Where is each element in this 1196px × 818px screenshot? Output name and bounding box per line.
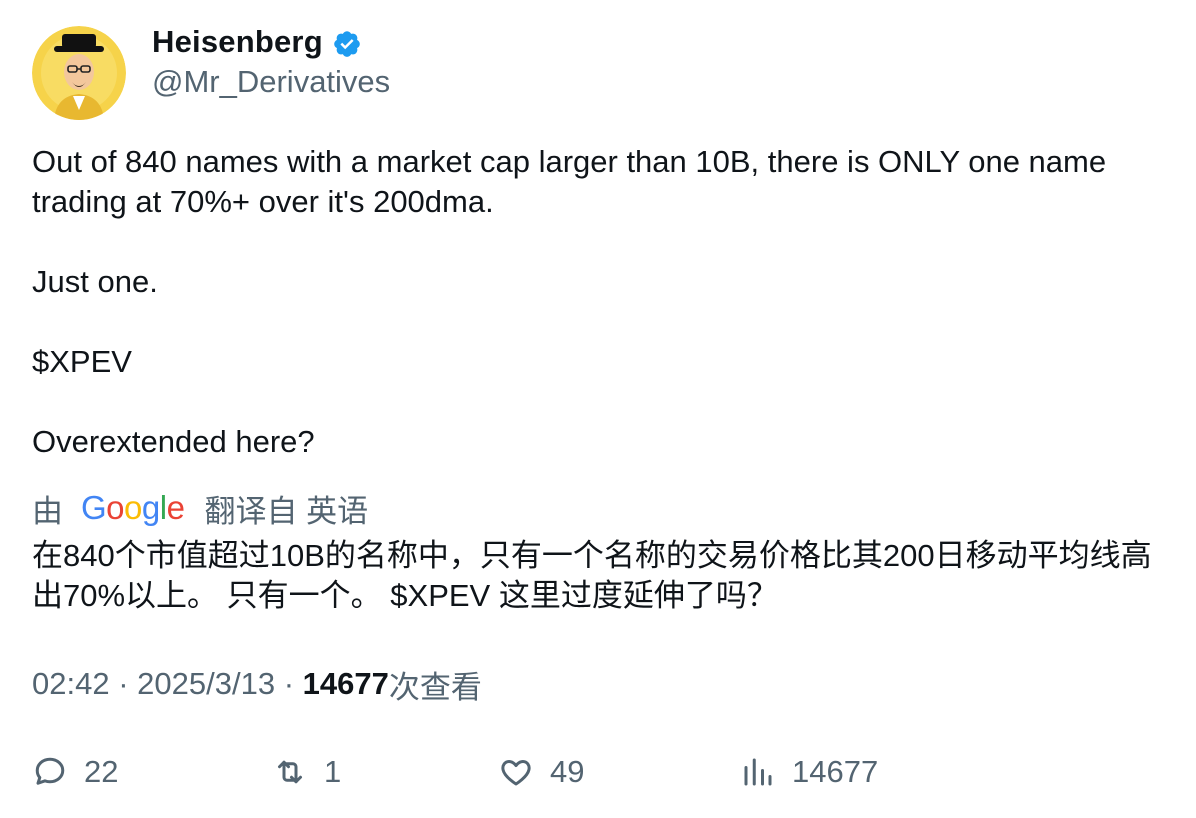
translated-from-label[interactable]: 翻译自 英语 [204, 486, 368, 531]
tweet-meta: 02:42 · 2025/3/13 · 14677 次查看 [32, 664, 482, 705]
retweet-button[interactable]: 1 [272, 750, 341, 794]
tweet-date[interactable]: 2025/3/13 [137, 666, 275, 702]
display-name-row: Heisenberg [152, 24, 390, 60]
retweet-count: 1 [324, 754, 342, 789]
avatar-image [32, 26, 126, 120]
retweet-icon [272, 754, 308, 790]
reply-button[interactable]: 22 [32, 750, 118, 794]
tweet-paragraph: $XPEV [32, 344, 132, 379]
google-logo-letter: g [141, 489, 160, 526]
google-logo-letter: o [124, 489, 142, 526]
tweet-time[interactable]: 02:42 [32, 666, 110, 702]
tweet-container: Heisenberg @Mr_Derivatives Out of 840 na… [0, 0, 1196, 818]
tweet-header: Heisenberg @Mr_Derivatives [32, 24, 390, 120]
reply-icon [32, 754, 68, 790]
tweet-paragraph: Just one. [32, 264, 158, 299]
action-bar: 22 1 49 14677 [32, 750, 1172, 794]
views-count-action: 14677 [792, 754, 879, 789]
meta-separator: · [283, 666, 295, 701]
like-count: 49 [550, 754, 585, 789]
translated-text: 在840个市值超过10B的名称中，只有一个名称的交易价格比其200日移动平均线高… [32, 538, 1152, 613]
author-names: Heisenberg @Mr_Derivatives [152, 24, 390, 100]
google-logo-letter: e [166, 489, 185, 526]
google-logo-letter: l [159, 489, 167, 526]
like-button[interactable]: 49 [498, 750, 584, 794]
meta-separator: · [118, 666, 129, 701]
google-logo: Google [81, 489, 185, 527]
google-logo-letter: G [81, 489, 107, 526]
verified-badge-icon [332, 29, 362, 59]
handle[interactable]: @Mr_Derivatives [152, 64, 390, 100]
views-button[interactable]: 14677 [740, 750, 878, 794]
views-count: 14677 [302, 666, 389, 701]
reply-count: 22 [84, 754, 119, 789]
tweet-text: Out of 840 names with a market cap large… [32, 142, 1172, 462]
translation-attribution: 由 Google 翻译自 英语 [32, 486, 368, 530]
views-chart-icon [740, 754, 776, 790]
tweet-paragraph: Out of 840 names with a market cap large… [32, 144, 1107, 219]
google-logo-letter: o [106, 489, 125, 526]
tweet-paragraph: Overextended here? [32, 424, 315, 459]
views-label: 次查看 [388, 669, 482, 705]
avatar[interactable] [32, 26, 126, 120]
heart-icon [498, 754, 534, 790]
display-name[interactable]: Heisenberg [152, 24, 323, 60]
translated-by-label: 由 [32, 493, 63, 529]
